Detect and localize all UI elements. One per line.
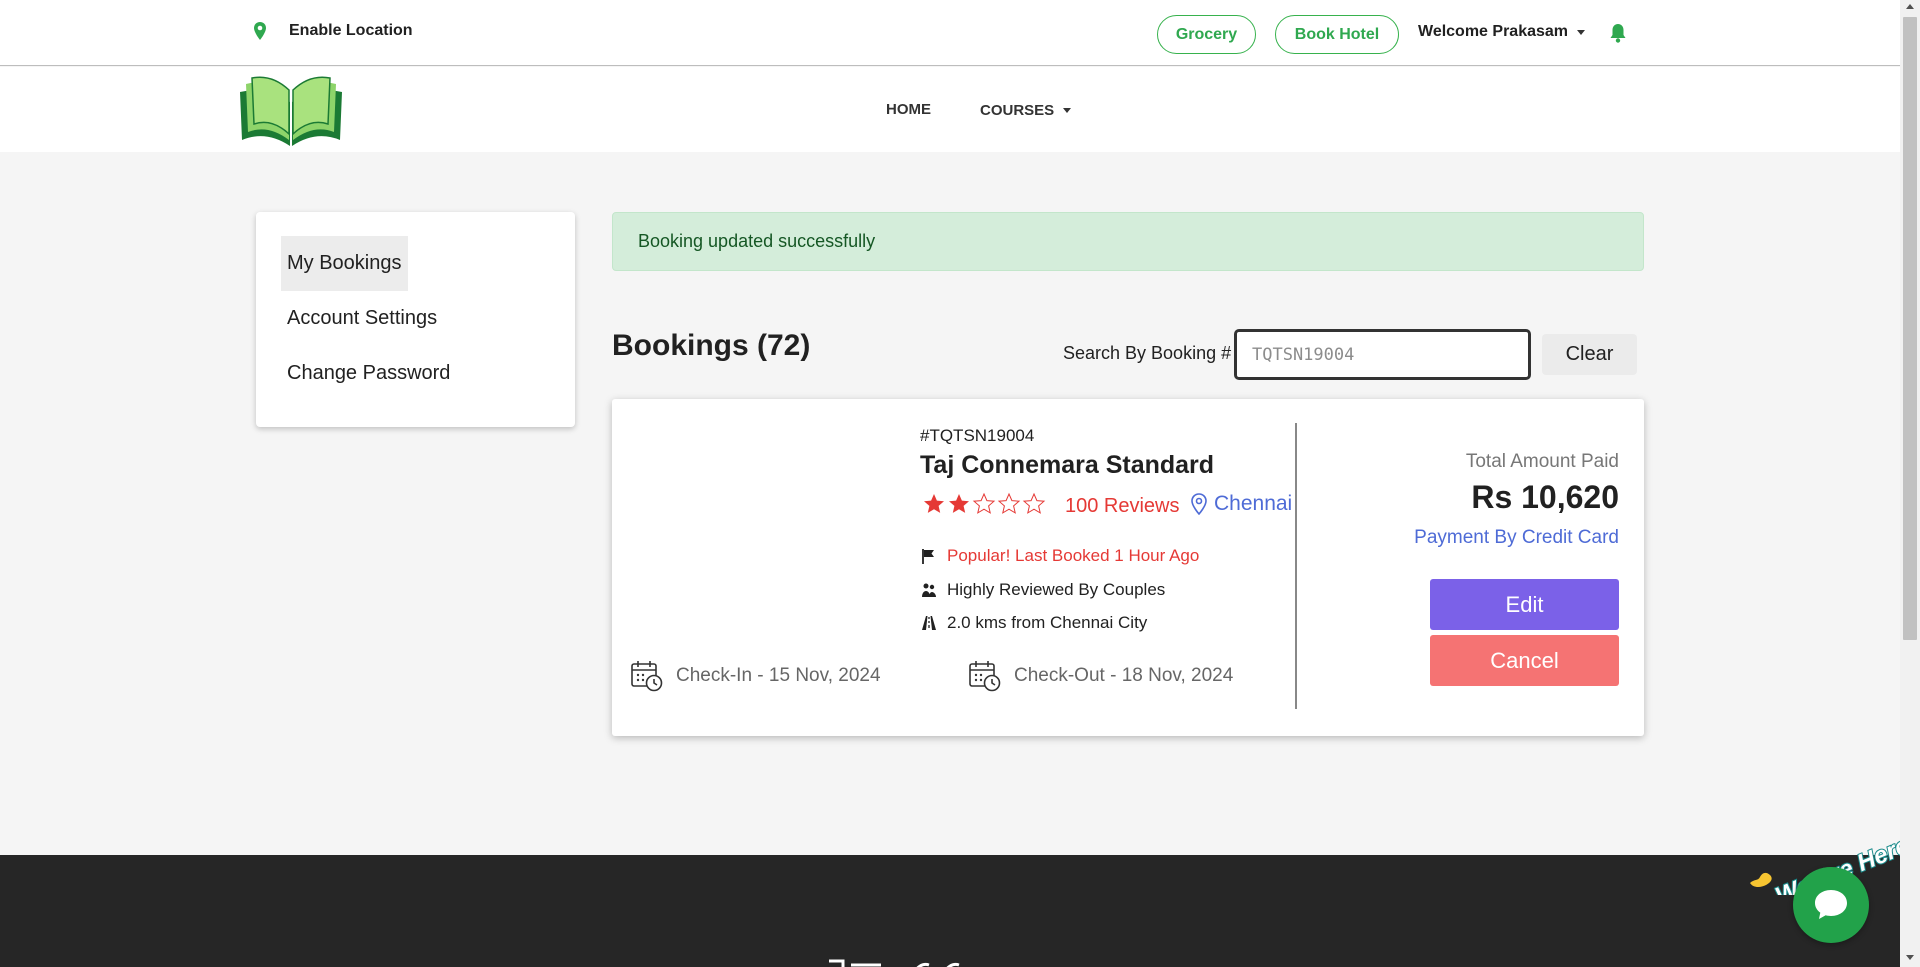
total-amount: Rs 10,620 bbox=[1471, 479, 1619, 515]
nav-courses-dropdown[interactable]: COURSES bbox=[980, 102, 1072, 119]
couples-feature: Highly Reviewed By Couples bbox=[921, 580, 1165, 600]
popular-text: Popular! Last Booked 1 Hour Ago bbox=[947, 546, 1200, 565]
popular-feature: Popular! Last Booked 1 Hour Ago bbox=[921, 546, 1199, 566]
map-pin-icon bbox=[1191, 493, 1207, 515]
booking-number: #TQTSN19004 bbox=[920, 426, 1035, 445]
welcome-label: Welcome Prakasam bbox=[1418, 23, 1569, 40]
alert-message: Booking updated successfully bbox=[638, 231, 876, 251]
chat-button[interactable] bbox=[1793, 867, 1869, 943]
waving-hand-icon bbox=[1750, 872, 1772, 887]
edit-booking-button[interactable]: Edit bbox=[1430, 579, 1619, 630]
user-menu[interactable]: Welcome Prakasam bbox=[1418, 23, 1586, 41]
book-hotel-button[interactable]: Book Hotel bbox=[1275, 15, 1399, 54]
success-alert: Booking updated successfully bbox=[612, 212, 1644, 271]
grocery-button[interactable]: Grocery bbox=[1157, 15, 1256, 54]
booking-search-input[interactable] bbox=[1234, 329, 1531, 380]
footer bbox=[0, 855, 1900, 967]
nav-home[interactable]: HOME bbox=[886, 101, 931, 118]
calendar-clock-icon bbox=[969, 661, 1001, 692]
footer-logo-icon bbox=[829, 959, 960, 967]
star-filled-icon bbox=[949, 494, 969, 513]
city-location: Chennai bbox=[1190, 492, 1292, 516]
city-name: Chennai bbox=[1214, 492, 1293, 515]
scroll-down-arrow-icon[interactable] bbox=[1906, 955, 1914, 960]
booking-card: #TQTSN19004 Taj Connemara Standard 100 R… bbox=[612, 399, 1644, 736]
payment-mode: Payment By Credit Card bbox=[1414, 527, 1619, 548]
search-label: Search By Booking # bbox=[1063, 343, 1232, 363]
distance-text: 2.0 kms from Chennai City bbox=[947, 613, 1148, 632]
account-sidebar: My Bookings Account Settings Change Pass… bbox=[256, 212, 575, 427]
sidebar-item-change-password[interactable]: Change Password bbox=[281, 346, 575, 401]
nav-courses-label: COURSES bbox=[980, 102, 1055, 119]
clear-button[interactable]: Clear bbox=[1542, 334, 1637, 375]
enable-location-link[interactable]: Enable Location bbox=[253, 22, 413, 40]
sidebar-item-account-settings[interactable]: Account Settings bbox=[281, 291, 575, 346]
road-icon bbox=[922, 616, 936, 630]
distance-feature: 2.0 kms from Chennai City bbox=[921, 613, 1147, 633]
chat-bubble-icon bbox=[1815, 890, 1847, 919]
check-out: Check-Out - 18 Nov, 2024 bbox=[968, 659, 1233, 693]
sidebar-item-my-bookings[interactable]: My Bookings bbox=[281, 236, 408, 291]
enable-location-label: Enable Location bbox=[289, 22, 413, 39]
bell-icon[interactable] bbox=[1608, 22, 1628, 44]
total-amount-label: Total Amount Paid bbox=[1465, 451, 1619, 472]
caret-down-icon bbox=[1063, 108, 1072, 113]
top-bar: Enable Location Grocery Book Hotel Welco… bbox=[0, 0, 1900, 66]
main-nav: HOME COURSES bbox=[0, 67, 1900, 152]
caret-down-icon bbox=[1577, 29, 1586, 35]
page-scrollbar[interactable] bbox=[1900, 0, 1920, 967]
cancel-booking-button[interactable]: Cancel bbox=[1430, 635, 1619, 686]
star-empty-icon bbox=[972, 492, 996, 514]
couples-text: Highly Reviewed By Couples bbox=[947, 580, 1166, 599]
flag-icon bbox=[922, 549, 934, 564]
bookings-heading: Bookings (72) bbox=[612, 329, 811, 362]
couple-icon bbox=[922, 583, 936, 597]
scroll-thumb[interactable] bbox=[1903, 17, 1917, 640]
star-filled-icon bbox=[924, 494, 944, 513]
location-pin-icon bbox=[254, 22, 266, 40]
reviews-link[interactable]: 100 Reviews bbox=[1065, 495, 1180, 518]
check-in-text: Check-In - 15 Nov, 2024 bbox=[676, 665, 881, 686]
calendar-clock-icon bbox=[631, 661, 663, 692]
book-logo-icon[interactable] bbox=[238, 74, 344, 146]
check-out-text: Check-Out - 18 Nov, 2024 bbox=[1014, 665, 1234, 686]
scroll-up-arrow-icon[interactable] bbox=[1906, 4, 1914, 9]
card-divider bbox=[1295, 423, 1297, 709]
star-empty-icon bbox=[997, 492, 1021, 514]
star-empty-icon bbox=[1022, 492, 1046, 514]
hotel-name[interactable]: Taj Connemara Standard bbox=[920, 451, 1214, 480]
star-rating bbox=[922, 492, 1047, 516]
check-in: Check-In - 15 Nov, 2024 bbox=[630, 659, 881, 693]
